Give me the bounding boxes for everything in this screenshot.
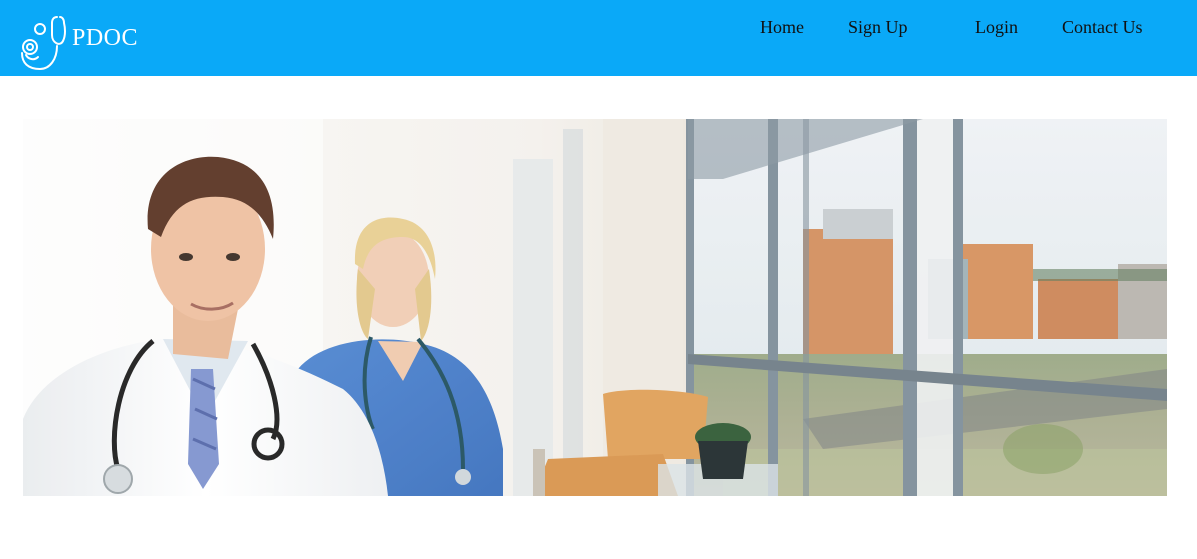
stethoscope-icon bbox=[21, 16, 66, 71]
nav-sign-up[interactable]: Sign Up bbox=[848, 16, 908, 38]
top-navbar: PDOC Home Sign Up Login Contact Us bbox=[0, 0, 1197, 76]
brand-name: PDOC bbox=[72, 25, 139, 51]
nav-contact-us[interactable]: Contact Us bbox=[1062, 16, 1143, 38]
hero-banner bbox=[23, 119, 1167, 496]
hero-image bbox=[23, 119, 1167, 496]
brand-logo-link[interactable]: PDOC bbox=[16, 13, 138, 71]
nav-login[interactable]: Login bbox=[975, 16, 1018, 38]
nav-home[interactable]: Home bbox=[760, 16, 804, 38]
